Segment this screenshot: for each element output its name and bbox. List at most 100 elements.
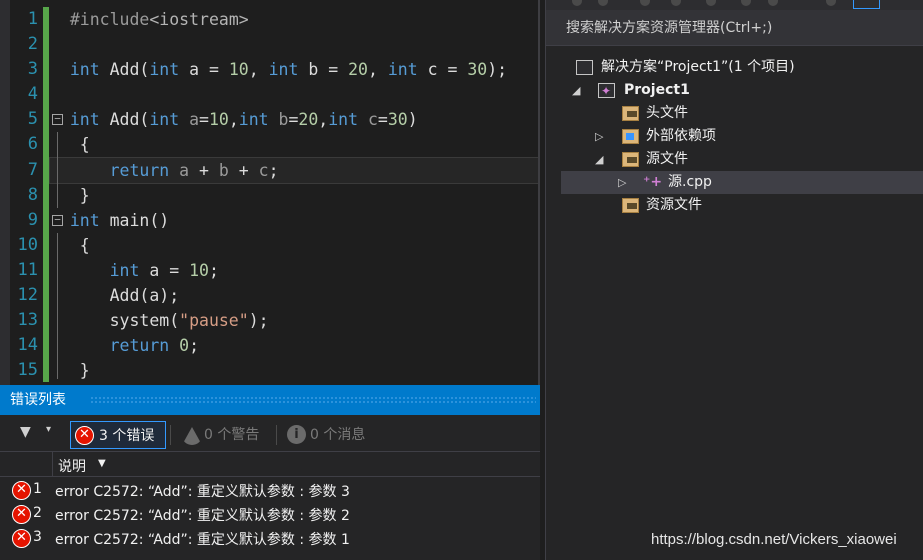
line-number: 3 xyxy=(27,59,38,80)
tree-item-label: 外部依赖项 xyxy=(646,128,716,144)
expanded-icon[interactable]: ◢ xyxy=(595,148,603,171)
cpp-file-icon: ⁺+ xyxy=(643,174,663,190)
drag-grip[interactable] xyxy=(90,396,536,404)
code-token: a = xyxy=(179,60,229,80)
error-row[interactable]: ✕ 1 error C2572: “Add”: 重定义默认参数 : 参数 3 xyxy=(0,478,540,502)
code-line-13[interactable]: system("pause"); xyxy=(50,308,538,333)
warnings-filter-button[interactable]: 0 个警告 xyxy=(178,421,278,449)
error-row[interactable]: ✕ 3 error C2572: “Add”: 重定义默认参数 : 参数 1 xyxy=(0,526,540,550)
tree-item-source-files[interactable]: ◢ 源文件 xyxy=(595,148,688,171)
code-token: a = xyxy=(139,260,190,280)
code-token: } xyxy=(50,361,90,381)
error-list-toolbar: ▼ ▾ ✕ 3 个错误 0 个警告 i 0 个消息 xyxy=(0,415,540,451)
code-line-11[interactable]: int a = 10; xyxy=(50,258,538,283)
code-token: a xyxy=(169,160,190,180)
code-token: 10 xyxy=(208,110,229,130)
error-list-title-bar[interactable]: 错误列表 xyxy=(0,385,540,415)
line-numbers: 1 2 3 4 5 6 7 8 9 10 11 12 13 14 15 xyxy=(10,7,40,383)
code-token: ) xyxy=(407,110,418,130)
code-line-9[interactable]: − int main() xyxy=(50,208,538,233)
code-token: 10 xyxy=(189,260,209,280)
code-token: ; xyxy=(268,160,279,180)
code-line-5[interactable]: − int Add(int a=10,int b=20,int c=30) xyxy=(50,107,538,132)
code-token: <iostream> xyxy=(149,10,249,29)
code-token: = xyxy=(199,110,209,130)
tree-item-label: 头文件 xyxy=(646,105,688,121)
error-row[interactable]: ✕ 2 error C2572: “Add”: 重定义默认参数 : 参数 2 xyxy=(0,502,540,526)
code-token: int xyxy=(387,60,418,80)
tree-item-solution[interactable]: 解决方案“Project1”(1 个项目) xyxy=(576,56,795,79)
toolbar-button[interactable] xyxy=(572,0,582,6)
messages-filter-button[interactable]: i 0 个消息 xyxy=(283,421,393,449)
filter-folder-icon xyxy=(622,106,639,121)
code-line-3[interactable]: int Add(int a = 10, int b = 20, int c = … xyxy=(50,57,538,82)
collapse-icon[interactable]: − xyxy=(52,214,63,226)
code-lines[interactable]: #include<iostream> int Add(int a = 10, i… xyxy=(49,7,539,383)
code-line-6[interactable]: { xyxy=(50,132,538,157)
code-token: 20 xyxy=(298,110,319,130)
code-line-1[interactable]: #include<iostream> xyxy=(50,7,538,32)
code-token: c xyxy=(358,110,378,130)
line-number: 6 xyxy=(27,134,38,155)
code-line-2[interactable] xyxy=(50,32,538,57)
collapse-icon[interactable]: − xyxy=(52,113,63,126)
info-icon: i xyxy=(287,425,306,444)
code-line-14[interactable]: return 0; xyxy=(50,333,538,358)
toolbar-button-active[interactable] xyxy=(853,0,880,9)
solution-explorer-toolbar xyxy=(546,0,923,10)
tree-item-label: Project1 xyxy=(624,82,690,98)
code-token: = xyxy=(288,110,299,130)
chevron-down-icon[interactable]: ▾ xyxy=(46,424,51,435)
solution-search-input[interactable]: 搜索解决方案资源管理器(Ctrl+;) xyxy=(546,10,923,46)
tree-item-headers[interactable]: 头文件 xyxy=(622,102,688,125)
tree-item-label: 源文件 xyxy=(646,151,688,167)
filter-icon[interactable]: ▼ xyxy=(20,424,31,440)
watermark-text: https://blog.csdn.net/Vickers_xiaowei xyxy=(651,531,897,548)
code-token: ); xyxy=(487,60,508,80)
code-line-7[interactable]: return a + b + c; xyxy=(49,156,539,184)
code-line-12[interactable]: Add(a); xyxy=(50,283,538,308)
errors-filter-button[interactable]: ✕ 3 个错误 xyxy=(70,421,166,449)
toolbar-button[interactable] xyxy=(768,0,778,6)
code-token: ; xyxy=(189,336,200,356)
toolbar-button[interactable] xyxy=(706,0,716,6)
tree-item-resource-files[interactable]: 资源文件 xyxy=(622,194,702,217)
code-token: 10 xyxy=(228,60,249,80)
cpp-project-icon xyxy=(598,80,615,103)
code-token: , xyxy=(367,60,388,80)
tree-item-project[interactable]: ◢ Project1 xyxy=(572,79,690,103)
error-icon: ✕ xyxy=(12,529,31,548)
description-column-label: 说明 xyxy=(58,459,86,475)
tree-item-source-cpp[interactable]: ▷ ⁺+ 源.cpp xyxy=(561,171,923,194)
toolbar-separator xyxy=(170,425,171,445)
error-list-column-header[interactable]: 说明 ▼ xyxy=(0,451,540,477)
code-line-8[interactable]: } xyxy=(50,183,538,208)
line-number: 12 xyxy=(17,285,38,306)
tree-item-external-deps[interactable]: ▷ 外部依赖项 xyxy=(595,125,716,148)
expanded-icon[interactable]: ◢ xyxy=(572,79,580,102)
collapsed-icon[interactable]: ▷ xyxy=(618,171,626,194)
column-divider[interactable] xyxy=(52,452,53,477)
toolbar-button[interactable] xyxy=(598,0,608,6)
code-token: ; xyxy=(208,260,219,280)
error-number: 1 xyxy=(33,481,42,497)
toolbar-button[interactable] xyxy=(671,0,681,6)
code-line-10[interactable]: { xyxy=(50,233,538,258)
line-number: 14 xyxy=(17,335,38,356)
line-number: 1 xyxy=(27,9,38,29)
error-icon: ✕ xyxy=(12,481,31,500)
toolbar-button[interactable] xyxy=(741,0,751,6)
code-line-4[interactable] xyxy=(50,82,538,107)
toolbar-button[interactable] xyxy=(826,0,836,6)
code-line-15[interactable]: } xyxy=(50,358,538,383)
chevron-down-icon[interactable]: ▼ xyxy=(98,458,106,469)
code-editor[interactable]: 1 2 3 4 5 6 7 8 9 10 11 12 13 14 15 #inc… xyxy=(0,0,540,385)
code-token: + xyxy=(228,160,259,180)
collapsed-icon[interactable]: ▷ xyxy=(595,125,603,148)
editor-scrollbar[interactable] xyxy=(538,0,540,385)
toolbar-button[interactable] xyxy=(640,0,650,6)
